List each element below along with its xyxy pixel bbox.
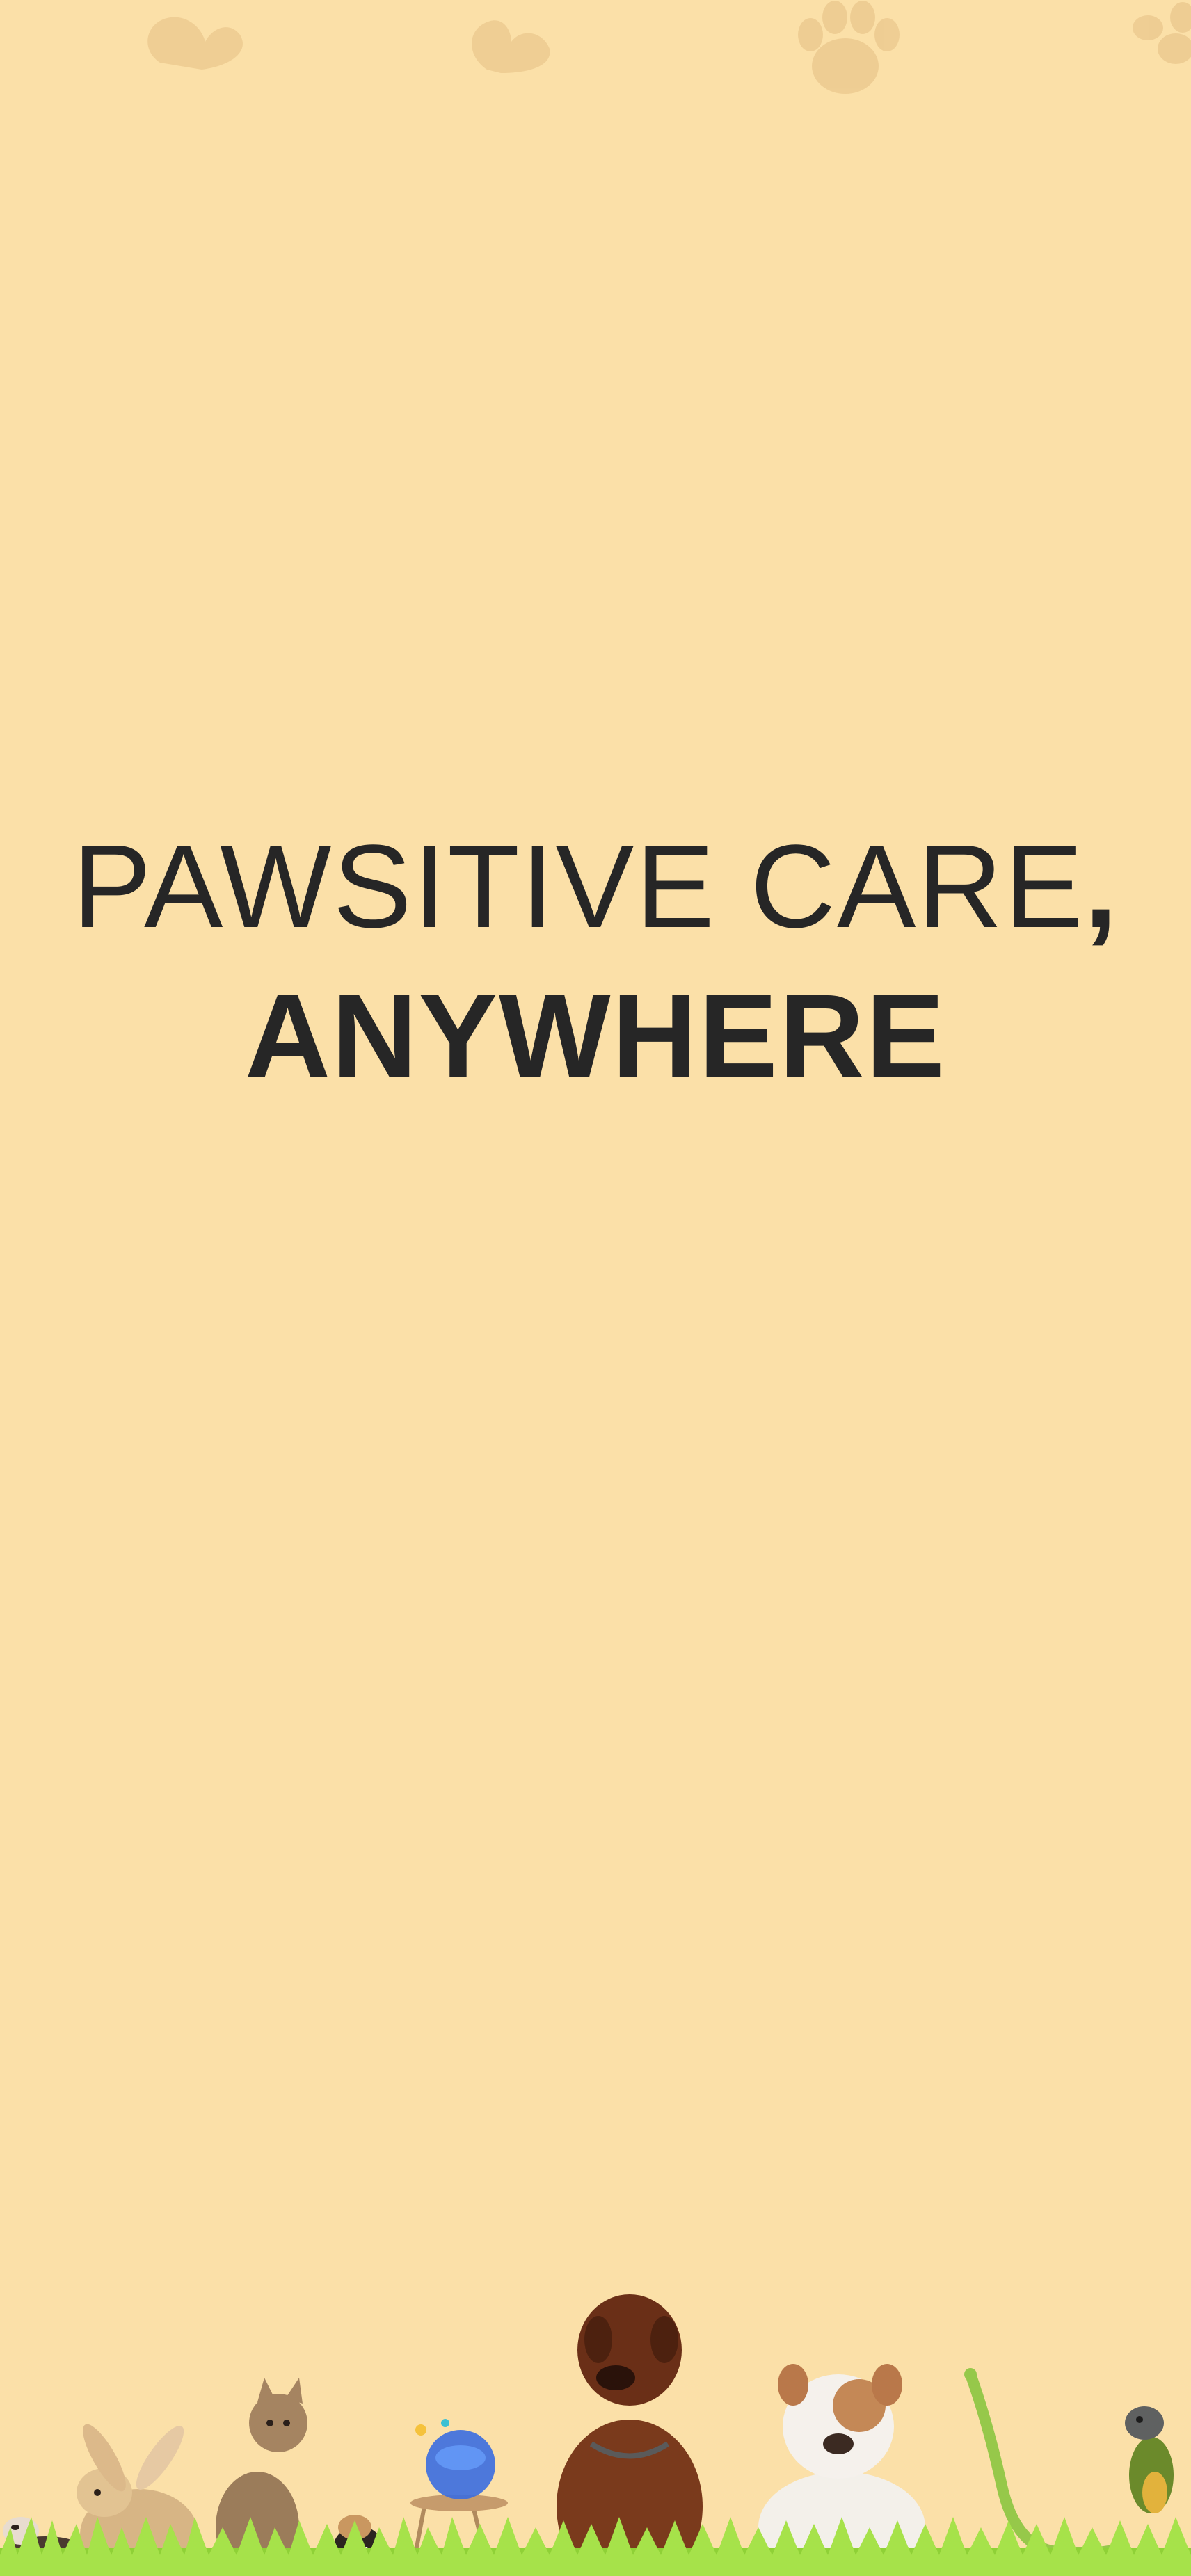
pets-illustration [0, 2294, 1191, 2576]
paw-heart-icon-2 [472, 20, 550, 74]
paw-print-icon [798, 1, 900, 94]
mastiff-dog-image [557, 2294, 703, 2576]
snake-image [964, 2368, 1126, 2559]
headline-comma: , [1084, 821, 1119, 953]
headline-line-1: PAWSITIVE CARE, [0, 817, 1191, 956]
parrot-image [1125, 2406, 1174, 2513]
headline-line-2: ANYWHERE [245, 970, 946, 1102]
paw-heart-icon [147, 17, 243, 70]
headline: PAWSITIVE CARE, ANYWHERE [0, 817, 1191, 1116]
paw-print-icon-partial [1133, 2, 1191, 64]
headline-text-1: PAWSITIVE CARE [72, 821, 1085, 953]
paw-pattern [147, 1, 1191, 94]
